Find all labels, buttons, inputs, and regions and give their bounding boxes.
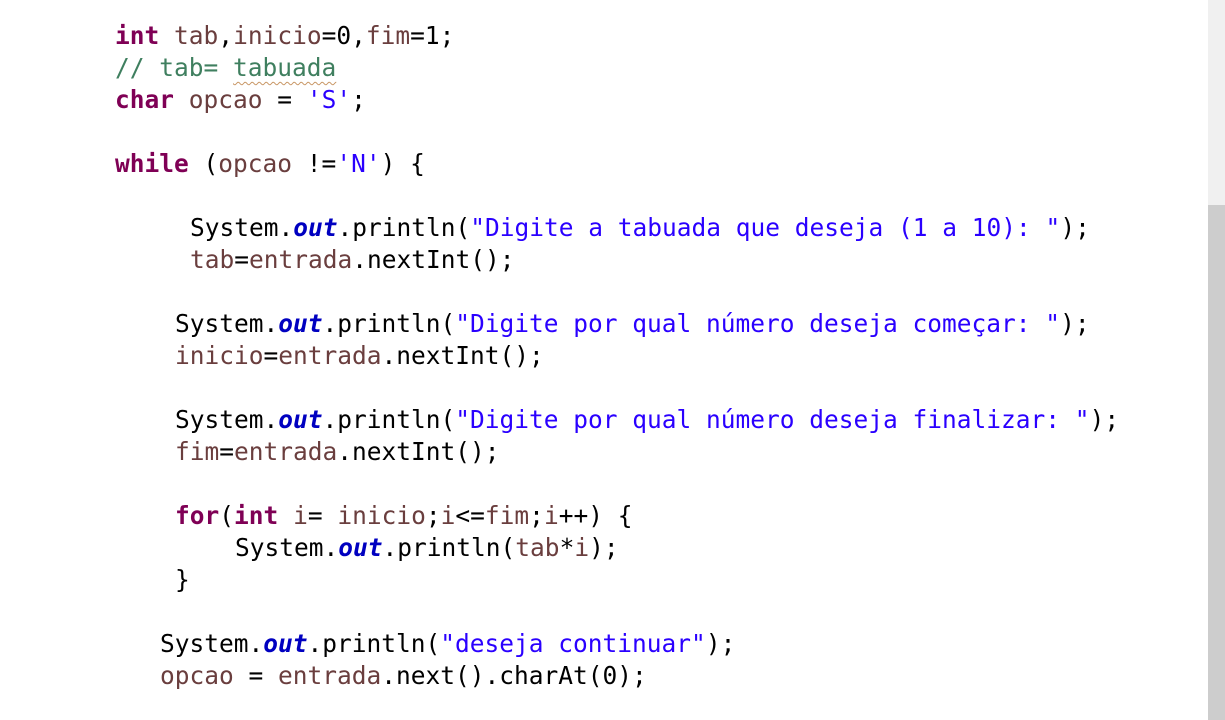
code-token: System. xyxy=(235,533,339,562)
code-token: System. xyxy=(190,213,294,242)
code-token: ; xyxy=(425,501,441,530)
code-token: ; xyxy=(529,501,544,530)
code-token: opcao xyxy=(218,149,293,178)
code-token: <= xyxy=(455,501,485,530)
code-token: "Digite por qual número deseja finalizar… xyxy=(455,405,1090,434)
code-token: inicio xyxy=(233,21,322,50)
code-token: .println( xyxy=(322,309,456,338)
code-token: ( xyxy=(188,149,219,178)
code-token: ++) { xyxy=(558,501,633,530)
code-token: opcao xyxy=(188,85,263,114)
code-token: inicio xyxy=(337,501,426,530)
code-token: fim xyxy=(365,21,411,50)
scrollbar-thumb[interactable] xyxy=(1208,205,1225,720)
code-line[interactable]: } xyxy=(175,564,190,596)
code-token: = xyxy=(234,245,250,274)
code-token: 'S' xyxy=(306,85,352,114)
code-token: out xyxy=(278,309,323,338)
code-line[interactable]: // tab= tabuada xyxy=(115,52,336,84)
code-token: entrada xyxy=(278,661,382,690)
code-token: while xyxy=(115,149,189,178)
code-token: ); xyxy=(1060,309,1090,338)
code-line[interactable]: int tab,inicio=0,fim=1; xyxy=(115,20,454,52)
code-token: "deseja continuar" xyxy=(440,629,706,658)
code-token: entrada xyxy=(234,437,338,466)
code-token: = xyxy=(233,661,279,690)
code-token: System. xyxy=(160,629,264,658)
code-token: , xyxy=(218,21,234,50)
code-token: tab xyxy=(515,533,560,562)
code-token: = xyxy=(262,85,307,114)
code-token: i xyxy=(440,501,456,530)
code-token: inicio xyxy=(175,341,264,370)
code-token: .println( xyxy=(322,405,456,434)
code-editor[interactable]: int tab,inicio=0,fim=1; // tab= tabuada … xyxy=(0,0,1208,720)
code-token: // tab= xyxy=(115,53,234,82)
code-line[interactable]: tab=entrada.nextInt(); xyxy=(190,244,515,276)
code-token: .nextInt(); xyxy=(337,437,500,466)
code-line[interactable]: char opcao = 'S'; xyxy=(115,84,366,116)
code-token: ( xyxy=(219,501,235,530)
code-token: tab xyxy=(190,245,235,274)
code-token: } xyxy=(175,565,190,594)
code-token: fim xyxy=(175,437,220,466)
code-token: ); xyxy=(705,629,736,658)
code-token: "Digite por qual número deseja começar: … xyxy=(455,309,1061,338)
code-token: fim xyxy=(484,501,530,530)
code-token: System. xyxy=(175,405,279,434)
code-token: entrada xyxy=(278,341,382,370)
code-token: for xyxy=(175,501,220,530)
code-line[interactable]: fim=entrada.nextInt(); xyxy=(175,436,500,468)
code-token: = xyxy=(263,341,279,370)
code-line[interactable]: opcao = entrada.next().charAt(0); xyxy=(160,660,647,692)
code-token: ); xyxy=(1089,405,1120,434)
code-token: 'N' xyxy=(336,149,381,178)
code-token: = xyxy=(307,501,338,530)
code-token: out xyxy=(293,213,338,242)
code-token: tab xyxy=(174,21,219,50)
code-line[interactable]: System.out.println("Digite por qual núme… xyxy=(175,308,1090,340)
code-line[interactable]: System.out.println(tab*i); xyxy=(235,532,619,564)
code-token: ); xyxy=(1060,213,1090,242)
code-token: System. xyxy=(175,309,279,338)
code-token: int xyxy=(115,21,160,50)
code-token: ); xyxy=(589,533,619,562)
code-token: entrada xyxy=(249,245,353,274)
code-token: i xyxy=(293,501,308,530)
vertical-scrollbar[interactable] xyxy=(1208,0,1225,720)
code-token: ) { xyxy=(380,149,425,178)
code-token: * xyxy=(559,533,575,562)
code-token: char xyxy=(115,85,175,114)
code-line[interactable]: inicio=entrada.nextInt(); xyxy=(175,340,544,372)
code-token: out xyxy=(278,405,323,434)
code-token: ; xyxy=(351,85,366,114)
code-token: .println( xyxy=(337,213,471,242)
code-token: != xyxy=(292,149,337,178)
code-line[interactable]: while (opcao !='N') { xyxy=(115,148,425,180)
code-line[interactable]: System.out.println("Digite por qual núme… xyxy=(175,404,1119,436)
code-token: .println( xyxy=(307,629,441,658)
code-line[interactable]: System.out.println("deseja continuar"); xyxy=(160,628,735,660)
code-token: .next().charAt(0); xyxy=(381,661,647,690)
code-token: out xyxy=(263,629,308,658)
code-token: .println( xyxy=(382,533,516,562)
code-token: tabuada xyxy=(233,53,337,82)
code-token: opcao xyxy=(160,661,234,690)
code-token: int xyxy=(234,501,279,530)
code-token: = xyxy=(219,437,235,466)
code-token: "Digite a tabuada que deseja (1 a 10): " xyxy=(470,213,1061,242)
code-token: i xyxy=(574,533,590,562)
code-line[interactable]: System.out.println("Digite a tabuada que… xyxy=(190,212,1090,244)
code-token: =0, xyxy=(321,21,366,50)
code-token: .nextInt(); xyxy=(381,341,544,370)
code-token: out xyxy=(338,533,383,562)
code-token: .nextInt(); xyxy=(352,245,515,274)
code-token: =1; xyxy=(410,21,455,50)
code-line[interactable]: for(int i= inicio;i<=fim;i++) { xyxy=(175,500,632,532)
code-token: i xyxy=(543,501,559,530)
